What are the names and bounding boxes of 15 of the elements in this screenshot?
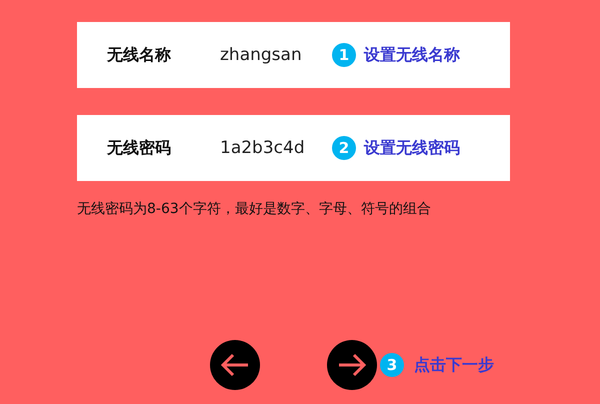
step-note: 设置无线名称 [364,44,460,66]
next-button[interactable] [327,340,377,390]
field-label: 无线密码 [107,138,172,158]
back-button[interactable] [210,340,260,390]
step-note: 设置无线密码 [364,138,460,158]
password-hint: 无线密码为8-63个字符，最好是数字、字母、符号的组合 [77,200,432,218]
left-arrow-icon [220,353,250,377]
step-badge: 3 [380,353,404,377]
right-arrow-icon [337,353,367,377]
step-note: 点击下一步 [414,354,494,376]
input-field[interactable]: 1a2b3c4d [220,138,332,158]
input-field[interactable]: zhangsan [220,45,332,65]
step-badge: 2 [332,136,356,160]
step-badge: 1 [332,43,356,67]
field-label: 无线名称 [107,44,172,66]
